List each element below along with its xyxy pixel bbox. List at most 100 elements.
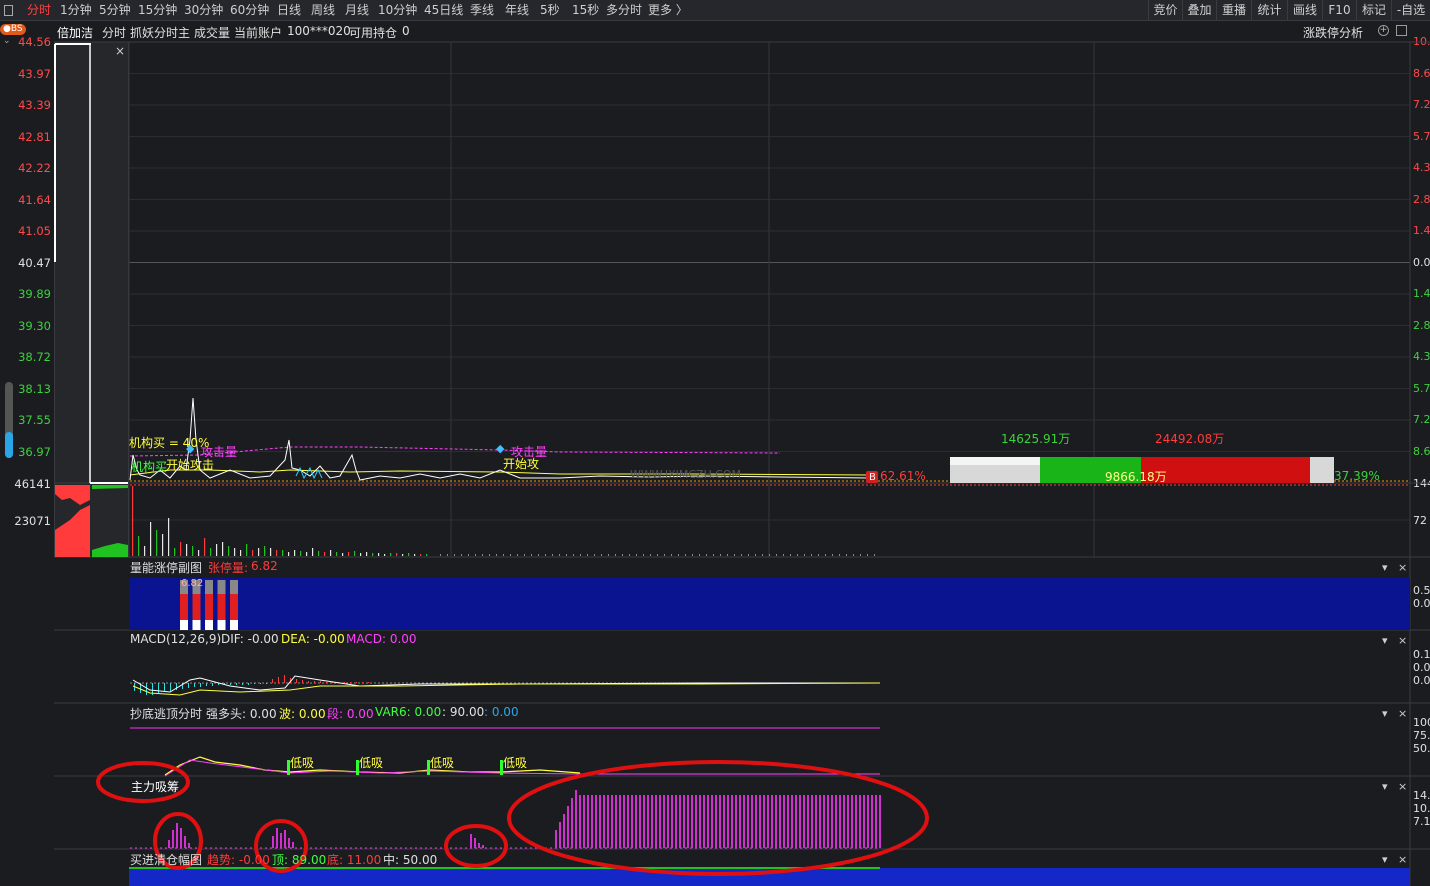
absorb-bar: [767, 795, 769, 848]
volume-bar: [228, 546, 230, 556]
absorb-bar: [843, 795, 845, 848]
absorb-bar: [168, 840, 170, 848]
volume-bar: [538, 554, 539, 556]
macd-bar: [146, 683, 147, 695]
volume-bar: [818, 554, 819, 556]
chevron-down-icon[interactable]: ▾: [1382, 707, 1388, 720]
absorb-bar: [559, 822, 561, 848]
volume-bar: [312, 548, 314, 556]
diamond-icon: ◆: [186, 442, 195, 455]
absorb-bar: [292, 842, 294, 848]
volume-bar: [348, 552, 350, 556]
panel3-title[interactable]: 抄底逃顶分时: [130, 705, 202, 722]
close-icon[interactable]: ×: [1398, 853, 1407, 866]
close-icon[interactable]: ×: [1398, 707, 1407, 720]
volume-bar: [168, 518, 170, 556]
limit-bar: [192, 594, 201, 620]
absorb-bar: [651, 795, 653, 848]
auction-graphics: [54, 43, 128, 557]
chevron-down-icon[interactable]: ▾: [1382, 561, 1388, 574]
absorb-bar: [759, 795, 761, 848]
panel3-s3: 段: 0.00: [327, 707, 374, 721]
limit-bar: [180, 620, 188, 630]
volume-bar: [461, 554, 462, 556]
absorb-bar: [735, 795, 737, 848]
absorb-bar: [699, 795, 701, 848]
macd-bar: [350, 682, 351, 683]
volume-bar: [300, 551, 302, 556]
panel4-title[interactable]: 主力吸筹: [131, 778, 179, 795]
volume-bar: [138, 536, 140, 556]
volume-bar: [874, 554, 875, 556]
volume-bar: [354, 551, 356, 556]
chevron-down-icon[interactable]: ▾: [1382, 780, 1388, 793]
absorb-bar: [591, 795, 593, 848]
panel3-s1: 强多头: 0.00: [206, 707, 277, 721]
macd-bar: [302, 680, 303, 683]
volume-bar: [360, 553, 362, 556]
volume-bar: [832, 554, 833, 556]
close-icon[interactable]: ×: [1398, 561, 1407, 574]
volume-bar: [636, 554, 637, 556]
macd-bar: [278, 677, 279, 683]
volume-bar: [330, 550, 332, 556]
volume-bar: [132, 486, 134, 556]
absorb-bar: [567, 806, 569, 848]
absorb-bar: [667, 795, 669, 848]
macd-bar: [158, 683, 159, 693]
volume-bar: [384, 554, 386, 556]
macd-bar: [272, 679, 273, 683]
limit-bar: [205, 594, 213, 620]
close-icon[interactable]: ×: [1398, 634, 1407, 647]
volume-bar: [240, 550, 242, 556]
panel3-s6: : 0.00: [484, 705, 519, 719]
volume-bar: [468, 554, 469, 556]
volume-bar: [447, 554, 448, 556]
chevron-down-icon[interactable]: ▾: [1382, 853, 1388, 866]
volume-bar: [629, 554, 630, 556]
absorb-bar: [739, 795, 741, 848]
absorb-bar: [819, 795, 821, 848]
volume-bar: [566, 554, 567, 556]
panel5-title[interactable]: 买进清仓幅图: [130, 851, 202, 868]
absorb-bar: [707, 795, 709, 848]
absorb-bar: [751, 795, 753, 848]
volume-bar: [615, 554, 616, 556]
limit-bar: [230, 594, 238, 620]
panel1-value: 6.82: [251, 559, 278, 573]
absorb-bar: [811, 795, 813, 848]
buy-marker-label[interactable]: B: [869, 472, 876, 483]
volume-bars: [132, 486, 875, 556]
volume-bar: [531, 554, 532, 556]
inst-buy-label: 机构买 = 40%: [129, 436, 210, 450]
volume-bar: [517, 554, 518, 556]
volume-bar: [366, 552, 368, 556]
absorb-bar: [683, 795, 685, 848]
absorb-bar: [807, 795, 809, 848]
limit-volume-panel-bg: [129, 578, 1410, 630]
absorb-bar: [627, 795, 629, 848]
volume-bar: [156, 530, 158, 556]
absorb-bar: [607, 795, 609, 848]
panel2-title[interactable]: MACD(12,26,9): [130, 632, 221, 646]
volume-bar: [769, 554, 770, 556]
volume-bar: [288, 552, 290, 556]
absorb-bar: [747, 795, 749, 848]
close-icon[interactable]: ×: [1398, 780, 1407, 793]
absorb-bar: [715, 795, 717, 848]
volume-bar: [264, 546, 266, 556]
panel3-axis-2: 75.: [1413, 729, 1430, 742]
volume-bar: [790, 554, 791, 556]
volume-bar: [573, 554, 574, 556]
absorb-bar: [727, 795, 729, 848]
panel3-s2: 波: 0.00: [279, 707, 326, 721]
panel1-title[interactable]: 量能涨停副图: [130, 559, 202, 576]
volume-bar: [150, 522, 152, 556]
volume-bar: [643, 554, 644, 556]
absorb-bar: [470, 834, 472, 848]
panel5-s2: 顶: 89.00: [272, 853, 327, 867]
volume-bar: [144, 546, 146, 556]
volume-bar: [734, 554, 735, 556]
chevron-down-icon[interactable]: ▾: [1382, 634, 1388, 647]
volume-bar: [622, 554, 623, 556]
